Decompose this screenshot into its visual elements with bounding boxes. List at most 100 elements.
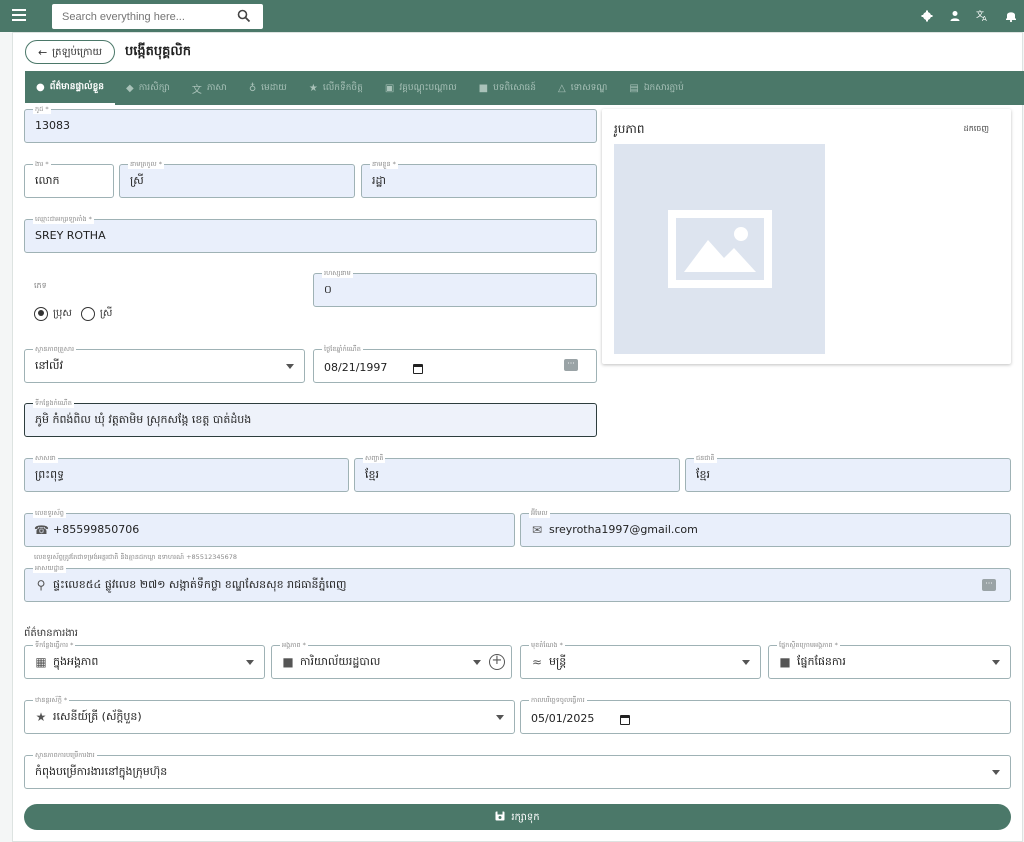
gender-label: ភេទ	[34, 281, 47, 290]
given-name-value: រដ្ឋា	[372, 174, 386, 187]
back-button-label: ត្រឡប់ក្រោយ	[52, 46, 103, 58]
page-title: បង្កើតបុគ្គលិក	[125, 44, 192, 59]
work-status-select[interactable]: ស្ថានភាពការបម្រើការងារ កំពុងបម្រើការងារន…	[24, 750, 1011, 789]
photo-upload-area[interactable]	[614, 144, 825, 354]
tab-punishment[interactable]: △ ទោសទណ្ឌ	[547, 71, 618, 105]
graduation-cap-icon: ◆	[126, 82, 134, 94]
latin-name-field[interactable]: ឈ្មោះជាអក្សរឡាតាំង * SREY ROTHA	[24, 214, 597, 253]
svg-text:A: A	[982, 15, 987, 23]
back-button[interactable]: ← ត្រឡប់ក្រោយ	[25, 40, 115, 64]
family-name-value: ស្រី	[130, 174, 144, 187]
tab-bar: ● ព័ត៌មានផ្ទាល់ខ្លួន ◆ ការសិក្សា 文ភាសា ♁ មេ…	[25, 71, 1024, 105]
race-value: ខ្មែរ	[365, 468, 379, 481]
chevron-down-icon	[742, 660, 750, 665]
tab-encouragement[interactable]: ★ លើកទឹកចិត្ត	[298, 71, 374, 105]
unit-value: ការិយាល័យរដ្ឋបាល	[300, 655, 381, 668]
translate-icon: 文	[191, 84, 202, 96]
tab-attachments[interactable]: ▤ ឯកសារភ្ជាប់	[618, 71, 694, 105]
floppy-disk-icon	[495, 811, 505, 824]
start-date-input[interactable]: កាលបរិច្ឆេទចូលធ្វើការ 05/01/2025	[520, 695, 1011, 734]
department-value: ផ្នែកផែនការ	[797, 655, 846, 668]
position-value: មន្ត្រី	[549, 655, 567, 668]
race-field[interactable]: សញ្ជាតិ ខ្មែរ	[354, 453, 680, 492]
tab-training[interactable]: ▣ វគ្គបណ្តុះបណ្តាល	[374, 71, 468, 105]
more-options-icon[interactable]: ···	[564, 359, 578, 371]
code-field[interactable]: កូដ * 13083	[24, 104, 597, 143]
document-icon: ▤	[629, 82, 639, 94]
photo-card: រូបភាព ដកចេញ	[602, 109, 1011, 364]
nickname-value: ០	[324, 283, 332, 296]
work-location-select[interactable]: ទីកន្លែងធ្វើការ * ▦ ក្នុងអង្គភាព	[24, 640, 265, 679]
dob-date-input[interactable]: ថ្ងៃខែឆ្នាំកំណើត 08/21/1997 ···	[313, 344, 597, 383]
phone-field[interactable]: លេខទូរស័ព្ទ ☎ +85599850706	[24, 508, 515, 547]
chevron-down-icon	[246, 660, 254, 665]
title-select[interactable]: ងារ * លោក	[24, 159, 114, 198]
gear-icon[interactable]	[920, 7, 934, 23]
start-date-value: 05/01/2025	[531, 712, 595, 725]
birthplace-field[interactable]: ទីកន្លែងកំណើត ភូមិ កំពង់ពិល ឃុំ វត្តតាមិ…	[24, 398, 597, 437]
dob-value: 08/21/1997	[324, 361, 388, 374]
nationality-value: ខ្មែរ	[696, 468, 710, 481]
briefcase-icon: ■	[478, 82, 489, 94]
photo-title: រូបភាព	[614, 122, 645, 136]
user-icon[interactable]	[948, 7, 962, 23]
gender-option-female-label: ស្រី	[99, 308, 113, 319]
save-button-label: រក្សាទុក	[511, 811, 540, 823]
translate-icon[interactable]: 文A	[976, 7, 990, 23]
tab-experience[interactable]: ■ បទពិសោធន៍	[468, 71, 547, 105]
more-options-icon[interactable]: ···	[982, 579, 996, 591]
email-icon: ✉	[531, 523, 543, 537]
warning-icon: △	[557, 82, 566, 94]
building-icon: ▦	[35, 655, 47, 669]
info-icon: ●	[36, 81, 45, 93]
nationality-field[interactable]: ជនជាតិ ខ្មែរ	[685, 453, 1011, 492]
religion-field[interactable]: សាសនា ព្រះពុទ្ធ	[24, 453, 349, 492]
chevron-down-icon	[992, 660, 1000, 665]
work-info-section-label: ព័ត៌មានការងារ	[24, 628, 78, 639]
email-field[interactable]: អ៊ីមែល ✉ sreyrotha1997@gmail.com	[520, 508, 1011, 547]
calendar-icon[interactable]	[620, 715, 630, 725]
briefcase-icon: ■	[779, 655, 791, 669]
code-value: 13083	[35, 119, 70, 132]
phone-hint: លេខទូរស័ព្ទត្រូវតែជាទម្រង់អន្តរជាតិ និងគ…	[34, 553, 238, 561]
search-icon[interactable]	[237, 9, 251, 23]
work-location-value: ក្នុងអង្គភាព	[53, 655, 99, 668]
save-button[interactable]: រក្សាទុក	[24, 804, 1011, 830]
position-select[interactable]: មុខតំណែង * ≈ មន្ត្រី	[520, 640, 761, 679]
tab-education[interactable]: ◆ ការសិក្សា	[115, 71, 181, 105]
rank-chevrons-icon: ≈	[531, 655, 543, 669]
gender-radio-male[interactable]	[34, 306, 48, 321]
chevron-down-icon	[992, 770, 1000, 775]
tab-personal-info[interactable]: ● ព័ត៌មានផ្ទាល់ខ្លួន	[25, 71, 116, 105]
given-name-field[interactable]: នាមខ្លួន * រដ្ឋា	[361, 159, 597, 198]
search-input[interactable]	[52, 4, 222, 29]
chevron-down-icon	[473, 660, 481, 665]
calendar-icon[interactable]	[413, 364, 423, 374]
bell-icon[interactable]	[1004, 7, 1018, 23]
gender-radio-group: ប្រុស ស្រី	[34, 306, 112, 321]
address-value: ផ្ទះលេខ៥៤ ផ្លូវលេខ ២៧១ សង្កាត់ទឹកថ្លា ខណ…	[53, 578, 347, 591]
rank-select[interactable]: ឋានន្តរស័ក្តិ * ★ រសេនីយ៍ត្រី (ស័ក្តិបួន…	[24, 695, 515, 734]
tab-language[interactable]: 文ភាសា	[181, 71, 238, 105]
nickname-field[interactable]: រហស្សនាម ០	[313, 268, 597, 307]
birthplace-value: ភូមិ កំពង់ពិល ឃុំ វត្តតាមិម ស្រុកសង្កែ ខ…	[35, 413, 252, 426]
medal-icon: ♁	[248, 82, 257, 94]
chevron-down-icon	[496, 715, 504, 720]
phone-value: +85599850706	[53, 523, 140, 536]
briefcase-icon: ■	[282, 655, 294, 669]
top-bar: 文A	[0, 0, 1024, 32]
gender-radio-female[interactable]	[80, 306, 95, 321]
family-name-field[interactable]: នាមត្រកូល * ស្រី	[119, 159, 355, 198]
marital-status-value: នៅលីវ	[35, 359, 63, 372]
add-unit-icon[interactable]: +	[489, 654, 505, 670]
phone-icon: ☎	[34, 523, 49, 537]
email-value: sreyrotha1997@gmail.com	[549, 523, 698, 536]
hamburger-menu-icon[interactable]	[12, 9, 26, 22]
tab-medal[interactable]: ♁ មេដាយ	[238, 71, 298, 105]
search-box	[52, 4, 263, 29]
department-select[interactable]: ផ្នែកស្ថិតក្រោមអង្គភាព * ■ ផ្នែកផែនការ	[768, 640, 1011, 679]
unit-select[interactable]: អង្គភាព * ■ ការិយាល័យរដ្ឋបាល	[271, 640, 512, 679]
marital-status-select[interactable]: ស្ថានភាពគ្រួសារ នៅលីវ	[24, 344, 305, 383]
photo-remove-button[interactable]: ដកចេញ	[964, 123, 989, 135]
address-field[interactable]: អាសយដ្ឋាន ⚲ ផ្ទះលេខ៥៤ ផ្លូវលេខ ២៧១ សង្កា…	[24, 563, 1011, 602]
